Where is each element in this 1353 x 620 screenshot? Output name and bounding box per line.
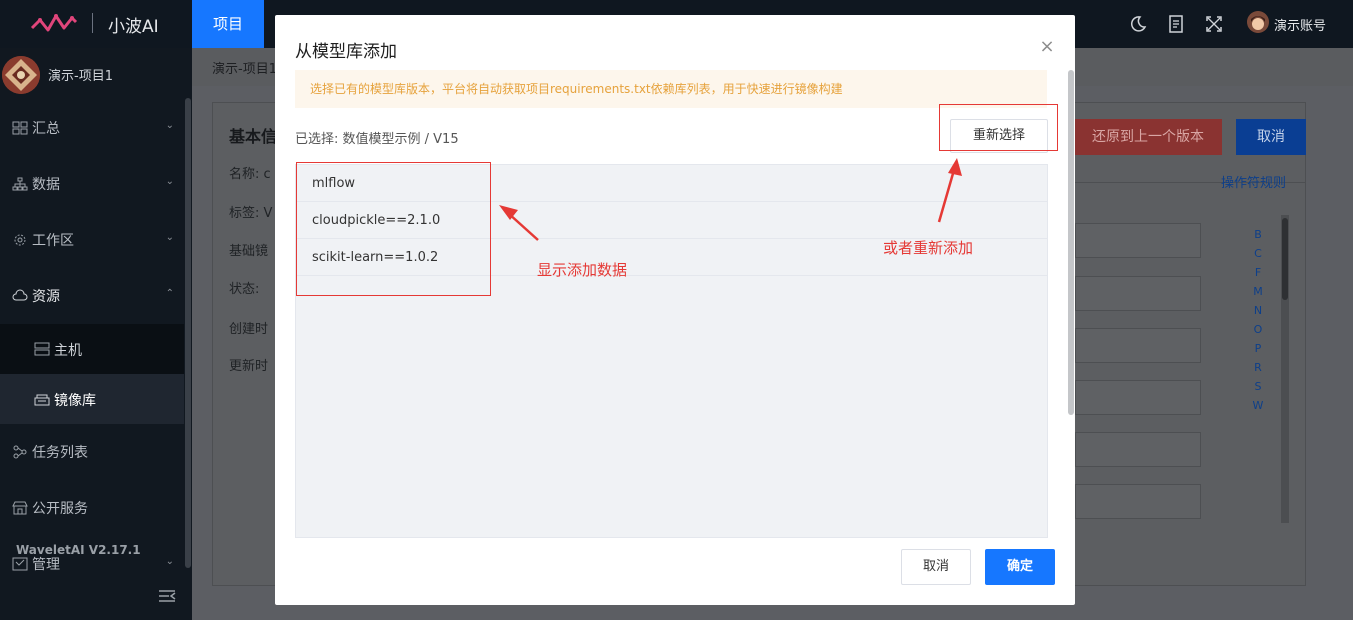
user-avatar[interactable] bbox=[1247, 11, 1269, 33]
sidebar-item-data[interactable]: 数据 ⌄ bbox=[0, 156, 184, 212]
sidebar-item-label: 镜像库 bbox=[54, 393, 96, 409]
image-repo-icon bbox=[34, 394, 50, 406]
cancel-button[interactable]: 取消 bbox=[901, 549, 971, 585]
letter-index-item[interactable]: O bbox=[1248, 323, 1268, 342]
breadcrumb[interactable]: 演示-项目1 bbox=[212, 58, 277, 77]
sidebar-item-label: 资源 bbox=[32, 289, 60, 305]
confirm-button[interactable]: 确定 bbox=[985, 549, 1055, 585]
sidebar: 演示-项目1 汇总 ⌄ 数据 ⌄ 工作区 ⌄ 资源 ⌃ 主机 镜像库 任务列表 … bbox=[0, 48, 192, 620]
background-input[interactable] bbox=[1075, 276, 1201, 311]
store-icon bbox=[12, 501, 28, 515]
user-name[interactable]: 演示账号 bbox=[1274, 15, 1326, 34]
wave-logo-icon bbox=[30, 14, 78, 32]
dialog-title: 从模型库添加 bbox=[295, 42, 397, 62]
project-name[interactable]: 演示-项目1 bbox=[48, 65, 113, 84]
sidebar-item-label: 主机 bbox=[54, 343, 82, 359]
sidebar-item-label: 工作区 bbox=[32, 233, 74, 249]
sidebar-item-summary[interactable]: 汇总 ⌄ bbox=[0, 100, 184, 156]
sidebar-item-workspace[interactable]: 工作区 ⌄ bbox=[0, 212, 184, 268]
sidebar-item-resources[interactable]: 资源 ⌃ bbox=[0, 268, 184, 324]
annotation-box-list bbox=[296, 162, 491, 296]
chevron-down-icon: ⌄ bbox=[165, 232, 174, 243]
field-label-name: 名称: c bbox=[229, 167, 271, 182]
logo-divider bbox=[92, 13, 93, 33]
field-label-status: 状态: bbox=[229, 282, 260, 297]
gear-icon bbox=[14, 234, 26, 246]
hierarchy-icon bbox=[12, 177, 28, 191]
sidebar-item-label: 管理 bbox=[32, 557, 60, 573]
sidebar-item-label: 汇总 bbox=[32, 121, 60, 137]
selected-model-value: 数值模型示例 / V15 bbox=[342, 132, 459, 147]
chevron-down-icon: ⌄ bbox=[165, 556, 174, 567]
section-title: 基本信 bbox=[229, 127, 278, 146]
chevron-up-icon: ⌃ bbox=[165, 288, 174, 299]
letter-index-item[interactable]: W bbox=[1248, 399, 1268, 418]
selected-model-text: 已选择: 数值模型示例 / V15 bbox=[295, 128, 459, 147]
restore-previous-version-button[interactable]: 还原到上一个版本 bbox=[1074, 119, 1222, 155]
moon-icon[interactable] bbox=[1128, 14, 1148, 34]
field-label-updated: 更新时 bbox=[229, 359, 269, 374]
background-cancel-button[interactable]: 取消 bbox=[1236, 119, 1306, 155]
field-label-base-image: 基础镜 bbox=[229, 244, 269, 259]
letter-index-item[interactable]: P bbox=[1248, 342, 1268, 361]
operator-list-scrollbar-thumb[interactable] bbox=[1282, 218, 1288, 300]
project-avatar bbox=[2, 56, 40, 94]
sidebar-item-label: 公开服务 bbox=[32, 501, 88, 517]
sidebar-item-public-service[interactable]: 公开服务 bbox=[0, 480, 184, 536]
sidebar-item-label: 任务列表 bbox=[32, 445, 88, 461]
grid-icon bbox=[12, 121, 28, 135]
fullscreen-icon[interactable] bbox=[1204, 14, 1224, 34]
cloud-icon bbox=[12, 289, 28, 301]
field-label-created: 创建时 bbox=[229, 322, 269, 337]
background-input[interactable] bbox=[1075, 432, 1201, 467]
document-icon[interactable] bbox=[1166, 14, 1186, 34]
sidebar-item-label: 数据 bbox=[32, 177, 60, 193]
annotation-list-note: 显示添加数据 bbox=[537, 261, 628, 279]
chevron-down-icon: ⌄ bbox=[165, 176, 174, 187]
chevron-down-icon: ⌄ bbox=[165, 120, 174, 131]
letter-index-item[interactable]: M bbox=[1248, 285, 1268, 304]
background-input[interactable] bbox=[1075, 223, 1201, 258]
sidebar-item-tasks[interactable]: 任务列表 bbox=[0, 424, 184, 480]
server-icon bbox=[34, 342, 50, 356]
letter-index-item[interactable]: C bbox=[1248, 247, 1268, 266]
letter-index-item[interactable]: S bbox=[1248, 380, 1268, 399]
selected-prefix: 已选择: bbox=[295, 132, 343, 147]
letter-index-item[interactable]: N bbox=[1248, 304, 1268, 323]
version-label: WaveletAI V2.17.1 bbox=[16, 543, 141, 557]
letter-index-item[interactable]: R bbox=[1248, 361, 1268, 380]
collapse-menu-icon[interactable] bbox=[158, 588, 176, 604]
manage-icon bbox=[12, 557, 28, 571]
annotation-box-reselect bbox=[939, 104, 1058, 151]
sidebar-item-host[interactable]: 主机 bbox=[0, 324, 184, 374]
field-label-tags: 标签: V bbox=[229, 206, 273, 221]
brand-name: 小波AI bbox=[108, 17, 159, 37]
letter-index-item[interactable]: F bbox=[1248, 266, 1268, 285]
dialog-scrollbar[interactable] bbox=[1068, 70, 1074, 415]
background-input[interactable] bbox=[1075, 484, 1201, 519]
close-icon[interactable]: × bbox=[1039, 38, 1055, 56]
annotation-reselect-note: 或者重新添加 bbox=[883, 239, 974, 257]
sidebar-scrollbar[interactable] bbox=[185, 98, 191, 568]
sidebar-item-image-repo[interactable]: 镜像库 bbox=[0, 374, 184, 424]
letter-index: B C F M N O P R S W bbox=[1248, 228, 1268, 418]
user-avatar-icon bbox=[1247, 11, 1269, 33]
letter-index-item[interactable]: B bbox=[1248, 228, 1268, 247]
project-avatar-icon bbox=[2, 56, 40, 94]
info-alert: 选择已有的模型库版本，平台将自动获取项目requirements.txt依赖库列… bbox=[295, 70, 1047, 108]
background-input[interactable] bbox=[1075, 380, 1201, 415]
workflow-icon bbox=[13, 445, 27, 459]
operator-rules-link[interactable]: 操作符规则 bbox=[1221, 172, 1286, 191]
tab-project[interactable]: 项目 bbox=[192, 0, 264, 48]
background-input[interactable] bbox=[1075, 328, 1201, 363]
